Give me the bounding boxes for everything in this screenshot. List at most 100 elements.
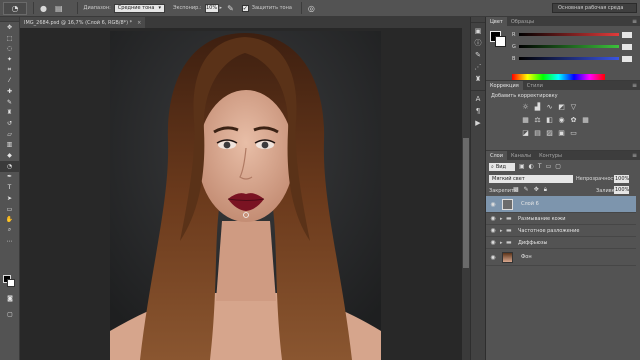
layer-group-frequency-separation[interactable]: ◉ ▸ ▬ Частотное разложение [486, 225, 636, 237]
pixel-filter-icon[interactable]: ▣ [519, 163, 525, 170]
blend-mode-select[interactable]: Мягкий свет [489, 175, 573, 183]
panel-menu-icon[interactable]: ≡ [632, 82, 637, 89]
clone-source-icon[interactable]: ♜ [471, 73, 485, 85]
brush-panel-icon[interactable]: ✎ [471, 49, 485, 61]
black-white-icon[interactable]: ◧ [546, 117, 553, 124]
airbrush-icon[interactable]: ✎ [227, 4, 234, 13]
posterize-icon[interactable]: ▤ [534, 130, 541, 137]
dodge-tool-icon[interactable]: ◔ [0, 160, 19, 172]
eye-icon[interactable]: ◉ [486, 239, 500, 246]
tab-swatches[interactable]: Образцы [507, 17, 538, 26]
screen-mode-icon[interactable]: ▢ [0, 309, 20, 320]
background-color-swatch[interactable] [495, 36, 506, 47]
smart-object-filter-icon[interactable]: ▢ [555, 163, 561, 170]
properties-panel-icon[interactable]: ⓘ [471, 37, 485, 49]
channel-mixer-icon[interactable]: ✿ [570, 117, 577, 124]
invert-icon[interactable]: ◪ [522, 130, 529, 137]
layer-filter-select[interactable]: ⌕ Вид [489, 163, 515, 171]
gradient-map-icon[interactable]: ▭ [570, 130, 577, 137]
color-balance-icon[interactable]: ⚖ [534, 117, 541, 124]
lock-position-icon[interactable]: ✥ [534, 186, 539, 194]
protect-tones-checkbox[interactable]: ✓ [241, 4, 249, 12]
vibrance-icon[interactable]: ▽ [570, 104, 577, 111]
quick-mask-icon[interactable]: ◙ [0, 293, 20, 304]
blue-value-input[interactable] [622, 55, 632, 62]
healing-brush-tool-icon[interactable]: ✚ [0, 86, 19, 97]
color-spectrum-bar[interactable] [512, 74, 605, 80]
brush-preset-icon[interactable]: ● [40, 4, 47, 13]
brush-presets-icon[interactable]: ⋰ [471, 61, 485, 73]
move-tool-icon[interactable]: ✥ [0, 22, 19, 33]
tab-styles[interactable]: Стили [523, 81, 547, 90]
eye-icon[interactable]: ◉ [486, 201, 500, 208]
character-panel-icon[interactable]: A [471, 93, 485, 105]
tab-channels[interactable]: Каналы [507, 151, 535, 160]
tab-layers[interactable]: Слои [486, 151, 507, 160]
eye-icon[interactable]: ◉ [486, 254, 500, 261]
eye-icon[interactable]: ◉ [486, 215, 500, 222]
history-brush-tool-icon[interactable]: ↺ [0, 118, 19, 129]
lock-all-icon[interactable]: 🔒︎ [544, 186, 547, 194]
document-tab[interactable]: IMG_2684.psd @ 16,7% (Слой 6, RGB/8*) * … [20, 17, 146, 28]
exposure-input[interactable]: 10% [204, 3, 219, 13]
lock-transparency-icon[interactable]: ▦ [513, 186, 519, 194]
path-selection-tool-icon[interactable]: ➤ [0, 193, 19, 204]
red-value-input[interactable] [622, 31, 632, 38]
layer-row-background[interactable]: ◉ Фон [486, 249, 636, 266]
blue-slider[interactable] [519, 57, 619, 60]
eye-icon[interactable]: ◉ [486, 227, 500, 234]
curves-icon[interactable]: ∿ [546, 104, 553, 111]
scrollbar-thumb[interactable] [463, 138, 469, 268]
green-value-input[interactable] [622, 43, 632, 50]
clone-stamp-tool-icon[interactable]: ♜ [0, 108, 19, 119]
exposure-icon[interactable]: ◩ [558, 104, 565, 111]
layer-group-skin-blur[interactable]: ◉ ▸ ▬ Размывание кожи [486, 213, 636, 225]
more-tools-icon[interactable]: ⋯ [0, 236, 19, 247]
pen-tool-icon[interactable]: ✒ [0, 172, 19, 183]
dodge-tool-preset-picker[interactable]: ◔ [3, 1, 27, 15]
opacity-input[interactable]: 100% [614, 175, 629, 183]
background-color-swatch[interactable] [7, 279, 15, 287]
eyedropper-tool-icon[interactable]: ⁄ [0, 75, 19, 86]
blur-tool-icon[interactable]: ◆ [0, 150, 19, 161]
panel-menu-icon[interactable]: ≡ [632, 18, 637, 25]
hue-saturation-icon[interactable]: ▦ [522, 117, 529, 124]
crop-tool-icon[interactable]: ⌗ [0, 65, 19, 76]
threshold-icon[interactable]: ▨ [546, 130, 553, 137]
shape-tool-icon[interactable]: ▭ [0, 204, 19, 215]
eraser-tool-icon[interactable]: ▱ [0, 129, 19, 140]
gradient-tool-icon[interactable]: ▥ [0, 140, 19, 151]
red-slider[interactable] [519, 33, 619, 36]
pressure-size-icon[interactable]: ◎ [308, 4, 315, 13]
quick-selection-tool-icon[interactable]: ✦ [0, 54, 19, 65]
zoom-tool-icon[interactable]: ⌕ [0, 225, 19, 236]
workspace-switcher[interactable]: Основная рабочая среда [552, 3, 637, 13]
tab-paths[interactable]: Контуры [535, 151, 566, 160]
close-icon[interactable]: × [137, 20, 141, 26]
brush-panel-icon[interactable]: ▤ [55, 4, 63, 13]
lasso-tool-icon[interactable]: ◌ [0, 43, 19, 54]
selective-color-icon[interactable]: ▣ [558, 130, 565, 137]
brush-tool-icon[interactable]: ✎ [0, 97, 19, 108]
layer-group-diffuse[interactable]: ◉ ▸ ▬ Диффьюзы [486, 237, 636, 249]
tab-adjustments[interactable]: Коррекция [486, 81, 523, 90]
fill-input[interactable]: 100% [614, 186, 629, 194]
green-slider[interactable] [519, 45, 619, 48]
range-select[interactable]: Средние тона ▾ [113, 3, 165, 13]
actions-panel-icon[interactable]: ▶ [471, 117, 485, 129]
photo-filter-icon[interactable]: ◉ [558, 117, 565, 124]
vertical-scrollbar[interactable] [462, 28, 470, 360]
type-filter-icon[interactable]: T [538, 163, 542, 170]
dock-grip[interactable] [471, 17, 485, 23]
marquee-tool-icon[interactable]: ⬚ [0, 33, 19, 44]
panel-menu-icon[interactable]: ≡ [632, 152, 637, 159]
type-tool-icon[interactable]: T [0, 182, 19, 193]
exposure-slider-arrow-icon[interactable]: ▸ [220, 5, 223, 11]
tab-color[interactable]: Цвет [486, 17, 507, 26]
hand-tool-icon[interactable]: ✋ [0, 214, 19, 225]
history-panel-icon[interactable]: ▣ [471, 25, 485, 37]
adjustment-filter-icon[interactable]: ◐ [529, 163, 534, 170]
brightness-contrast-icon[interactable]: ☼ [522, 104, 529, 111]
image-canvas[interactable] [110, 31, 381, 360]
color-lookup-icon[interactable]: ▦ [582, 117, 589, 124]
